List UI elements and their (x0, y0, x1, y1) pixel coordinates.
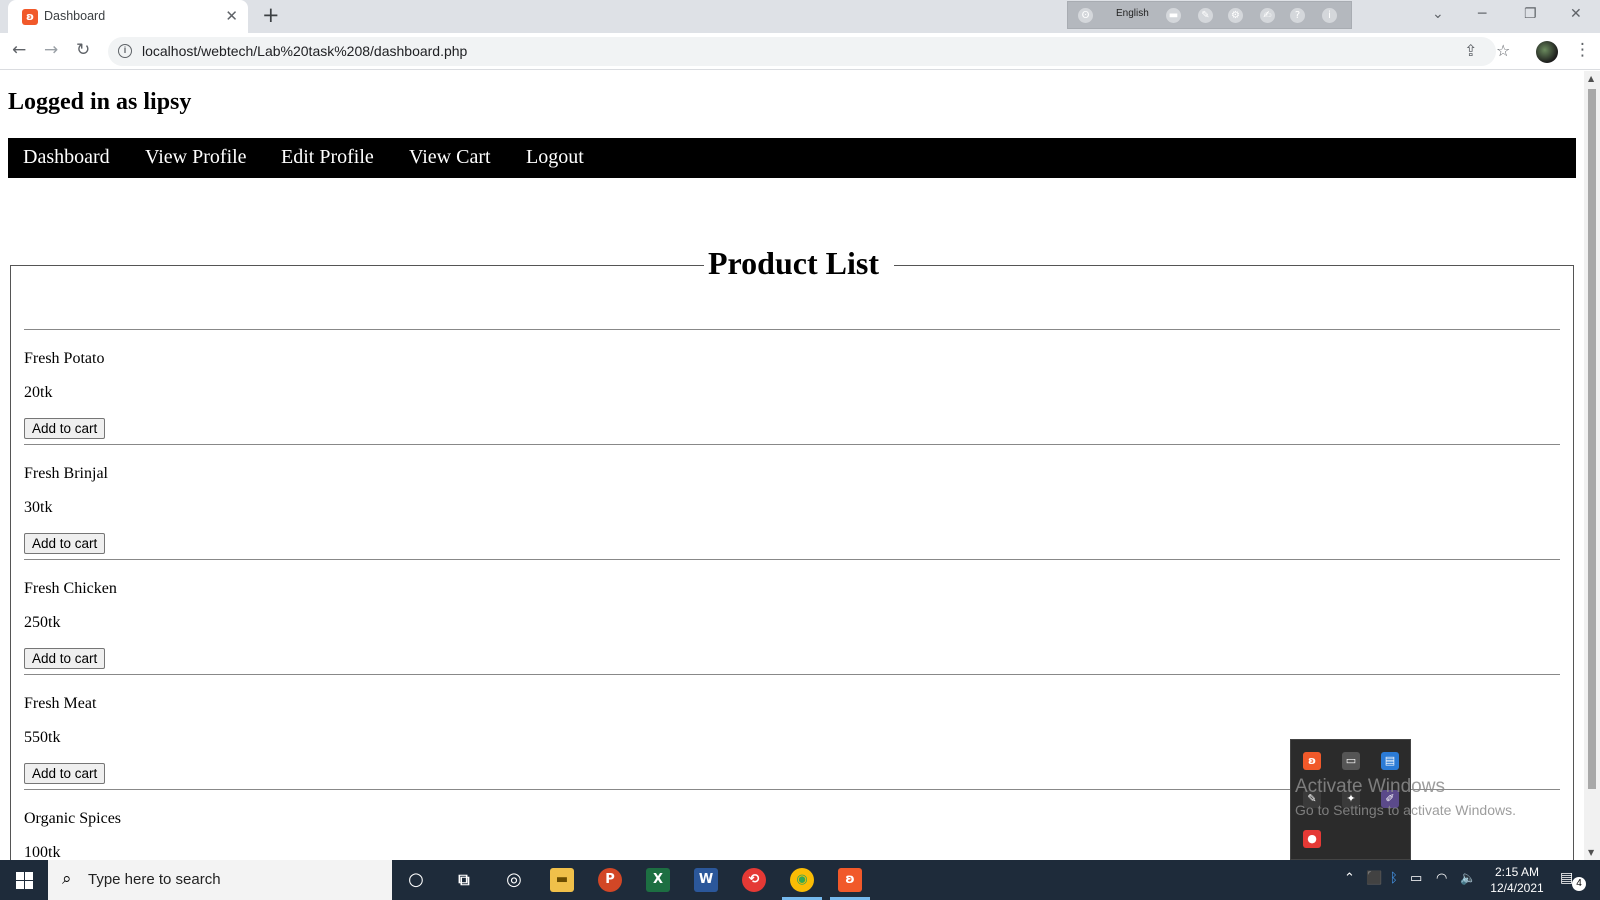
product-item: Fresh Brinjal 30tk Add to cart (24, 444, 1560, 559)
product-price: 250tk (24, 614, 61, 631)
windows-taskbar: ⌕ Type here to search ○ ⧉ ◎ ▬ P X W ⟲ ◉ … (0, 860, 1600, 900)
start-button[interactable] (0, 860, 48, 900)
show-hidden-icons-chevron-icon[interactable]: ⌃ (1344, 871, 1355, 886)
bookmark-star-icon[interactable]: ☆ (1496, 41, 1510, 60)
address-bar[interactable]: i localhost/webtech/Lab%20task%208/dashb… (108, 37, 1496, 66)
minimize-icon[interactable]: ─ (1478, 6, 1486, 22)
new-tab-button[interactable]: + (262, 3, 280, 27)
nav-link-dashboard[interactable]: Dashboard (23, 146, 110, 169)
product-price: 550tk (24, 729, 61, 746)
acrobat-tray-icon[interactable]: ⬛ (1366, 871, 1382, 886)
search-placeholder[interactable]: Type here to search (88, 871, 221, 888)
search-icon: ⌕ (62, 869, 72, 889)
forward-arrow-icon[interactable]: → (44, 40, 58, 60)
network-monitor-tray-icon[interactable]: ▤ (1381, 752, 1399, 770)
url-text[interactable]: localhost/webtech/Lab%20task%208/dashboa… (142, 43, 467, 59)
windows-logo-icon (16, 872, 24, 880)
ime-keyboard-icon[interactable]: ▬ (1166, 8, 1181, 23)
taskbar-search-box[interactable]: ⌕ Type here to search (48, 860, 392, 900)
page-scrollbar[interactable]: ▲ ▼ (1584, 71, 1600, 860)
product-name: Organic Spices (24, 810, 122, 827)
product-name: Fresh Brinjal (24, 465, 108, 482)
ime-tool-icon[interactable]: ✎ (1198, 8, 1213, 23)
share-icon[interactable]: ⇪ (1464, 41, 1477, 60)
window-close-icon[interactable]: ✕ (1570, 6, 1582, 22)
pen-tool-tray-icon[interactable]: ✎ (1303, 790, 1321, 808)
volume-icon[interactable]: 🔈 (1460, 871, 1476, 886)
bluetooth-icon[interactable]: ᛒ (1390, 871, 1398, 886)
app-red-icon[interactable]: ⟲ (742, 868, 766, 892)
system-clock[interactable]: 2:15 AM 12/4/2021 (1482, 864, 1552, 896)
restore-icon[interactable]: ❐ (1524, 6, 1537, 22)
wifi-icon[interactable]: ◠ (1436, 871, 1447, 886)
tab-title: Dashboard (44, 9, 106, 23)
add-to-cart-button[interactable]: Add to cart (24, 533, 106, 554)
file-explorer-icon[interactable]: ▬ (550, 868, 574, 892)
ime-settings-icon[interactable]: ⚙ (1228, 8, 1243, 23)
tab-close-icon[interactable]: ✕ (225, 7, 238, 25)
excel-icon[interactable]: X (646, 868, 670, 892)
product-price: 100tk (24, 844, 61, 860)
notification-count-badge: 4 (1572, 877, 1586, 891)
nav-link-view-profile[interactable]: View Profile (145, 146, 247, 169)
task-view-icon[interactable]: ⧉ (452, 868, 476, 892)
ime-info-icon[interactable]: i (1322, 8, 1337, 23)
browser-tab[interactable]: ʚ Dashboard ✕ (8, 0, 248, 33)
chrome-icon[interactable]: ◉ (790, 868, 814, 892)
clock-date: 12/4/2021 (1490, 881, 1544, 895)
product-name: Fresh Potato (24, 350, 105, 367)
nav-link-view-cart[interactable]: View Cart (409, 146, 491, 169)
battery-icon[interactable]: ▭ (1410, 871, 1422, 886)
tray-overflow-popup: ʚ ▭ ▤ ✎ ✦ ✐ ● (1290, 739, 1411, 860)
display-tray-icon[interactable]: ▭ (1342, 752, 1360, 770)
scroll-up-arrow-icon[interactable]: ▲ (1588, 74, 1594, 83)
browser-toolbar: ← → ↻ i localhost/webtech/Lab%20task%208… (0, 33, 1600, 70)
nav-link-logout[interactable]: Logout (526, 146, 584, 169)
word-icon[interactable]: W (694, 868, 718, 892)
powerpoint-icon[interactable]: P (598, 868, 622, 892)
ime-help-icon[interactable]: ? (1290, 8, 1305, 23)
main-navigation-bar: Dashboard View Profile Edit Profile View… (8, 138, 1576, 178)
tab-search-chevron-icon[interactable]: ⌄ (1432, 6, 1444, 22)
xampp-tray-icon[interactable]: ʚ (1303, 752, 1321, 770)
browser-tab-strip: ʚ Dashboard ✕ + ʘ English ▬ ✎ ⚙ ✍ ? i ⌄ … (0, 0, 1600, 33)
xampp-icon[interactable]: ʚ (838, 868, 862, 892)
stylus-tray-icon[interactable]: ✐ (1381, 790, 1399, 808)
ime-mode-icon[interactable]: ʘ (1078, 8, 1093, 23)
profile-avatar[interactable] (1536, 41, 1558, 63)
cortana-icon[interactable]: ○ (404, 868, 428, 892)
logged-in-heading: Logged in as lipsy (8, 89, 192, 115)
add-to-cart-button[interactable]: Add to cart (24, 648, 106, 669)
media-app-icon[interactable]: ◎ (502, 868, 526, 892)
reload-icon[interactable]: ↻ (76, 40, 90, 60)
product-name: Fresh Meat (24, 695, 97, 712)
ime-edit-icon[interactable]: ✍ (1260, 8, 1275, 23)
site-info-icon[interactable]: i (118, 44, 132, 58)
action-center-button[interactable]: ▤ 4 (1560, 870, 1586, 891)
back-arrow-icon[interactable]: ← (12, 40, 26, 60)
ime-language-bar[interactable]: ʘ English ▬ ✎ ⚙ ✍ ? i (1067, 1, 1352, 29)
scrollbar-thumb[interactable] (1588, 89, 1596, 789)
product-price: 20tk (24, 384, 53, 401)
recorder-tray-icon[interactable]: ● (1303, 830, 1321, 848)
add-to-cart-button[interactable]: Add to cart (24, 763, 106, 784)
product-price: 30tk (24, 499, 53, 516)
clock-time: 2:15 AM (1494, 865, 1540, 879)
product-name: Fresh Chicken (24, 580, 117, 597)
browser-menu-icon[interactable]: ⋮ (1574, 40, 1591, 60)
xampp-favicon-icon: ʚ (22, 9, 38, 25)
product-item: Fresh Potato 20tk Add to cart (24, 329, 1560, 444)
app-tray-icon[interactable]: ✦ (1342, 790, 1360, 808)
add-to-cart-button[interactable]: Add to cart (24, 418, 106, 439)
scroll-down-arrow-icon[interactable]: ▼ (1588, 848, 1594, 857)
ime-language-label[interactable]: English (1116, 8, 1149, 19)
product-item: Fresh Chicken 250tk Add to cart (24, 559, 1560, 674)
product-list-title: Product List (708, 245, 879, 281)
nav-link-edit-profile[interactable]: Edit Profile (281, 146, 374, 169)
